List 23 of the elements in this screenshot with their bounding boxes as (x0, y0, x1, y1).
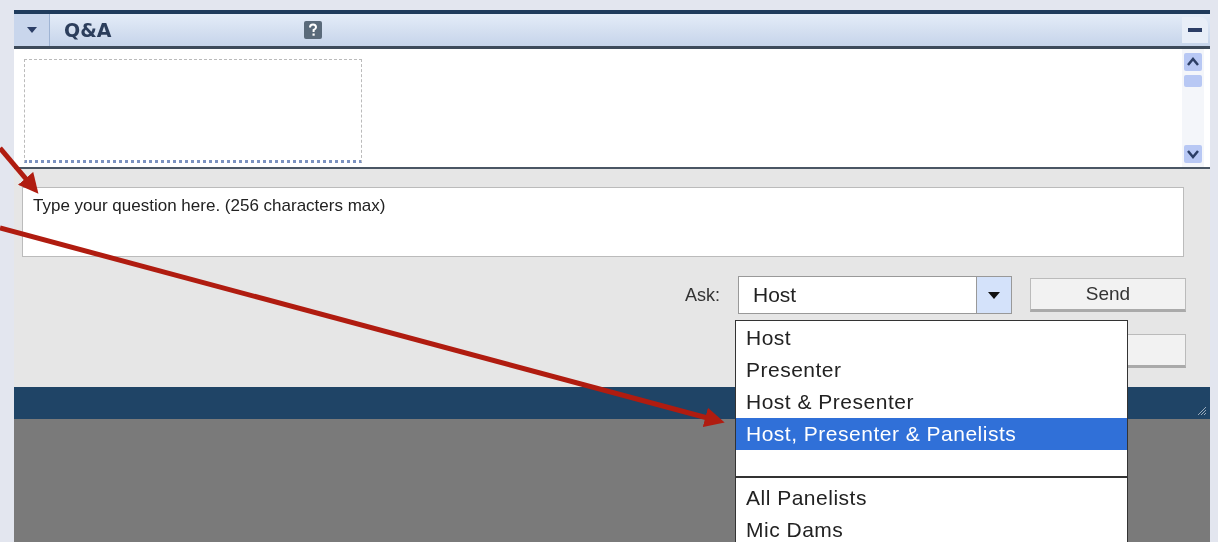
caret-icon (988, 291, 1000, 299)
dropdown-option[interactable]: Presenter (736, 354, 1127, 386)
help-icon[interactable] (304, 21, 322, 39)
resize-grip-icon[interactable] (1196, 405, 1206, 415)
collapse-button[interactable] (14, 14, 50, 46)
minimize-button[interactable] (1182, 17, 1208, 43)
scroll-thumb[interactable] (1184, 75, 1202, 87)
scroll-up-icon[interactable] (1184, 53, 1202, 71)
dropdown-option[interactable]: Host, Presenter & Panelists (736, 418, 1127, 450)
panel-title: Q&A (64, 19, 113, 41)
caret-icon (25, 26, 38, 34)
dropdown-option[interactable]: Host & Presenter (736, 386, 1127, 418)
dropdown-option[interactable]: Mic Dams (736, 514, 1127, 542)
minimize-icon (1188, 28, 1202, 32)
arrow (0, 146, 39, 194)
question-field[interactable]: Type your question here. (256 characters max) (22, 187, 1184, 257)
ask-label: Ask: (685, 284, 720, 306)
dropdown-option[interactable]: All Panelists (736, 482, 1127, 514)
scroll-down-icon[interactable] (1184, 145, 1202, 163)
dropdown-option[interactable]: Host (736, 322, 1127, 354)
send-button[interactable]: Send (1030, 278, 1186, 312)
scrollbar[interactable] (1182, 49, 1204, 167)
ask-dropdown[interactable]: Host (738, 276, 1012, 314)
